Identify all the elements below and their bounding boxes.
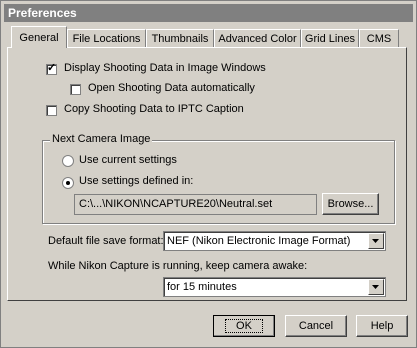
open-shooting-data-auto-checkbox[interactable] (70, 84, 81, 95)
copy-to-iptc-checkbox[interactable] (46, 105, 57, 116)
tab-file-locations[interactable]: File Locations (67, 29, 146, 47)
display-shooting-data-checkbox[interactable]: ✓ (46, 62, 57, 75)
settings-path-field[interactable]: C:\...\NIKON\NCAPTURE20\Neutral.set (74, 194, 317, 215)
copy-to-iptc-label: Copy Shooting Data to IPTC Caption (64, 103, 244, 115)
cancel-button[interactable]: Cancel (285, 315, 347, 337)
tab-cms[interactable]: CMS (359, 29, 399, 47)
window-title: Preferences (4, 4, 413, 22)
open-shooting-data-auto-label: Open Shooting Data automatically (88, 82, 255, 94)
browse-button[interactable]: Browse... (322, 193, 379, 215)
next-camera-image-title: Next Camera Image (50, 133, 153, 145)
tab-grid-lines[interactable]: Grid Lines (301, 29, 359, 47)
help-button[interactable]: Help (356, 315, 408, 337)
default-format-label: Default file save format: (48, 235, 164, 247)
chevron-down-icon[interactable] (368, 279, 384, 295)
chevron-down-icon[interactable] (368, 233, 384, 249)
use-settings-defined-radio[interactable] (62, 177, 74, 189)
tab-general[interactable]: General (11, 26, 67, 48)
checkmark-icon: ✓ (47, 62, 57, 74)
default-format-select[interactable]: NEF (Nikon Electronic Image Format) (163, 231, 386, 251)
ok-button[interactable]: OK (213, 315, 275, 337)
display-shooting-data-label: Display Shooting Data in Image Windows (64, 62, 266, 74)
keep-awake-select[interactable]: for 15 minutes (163, 277, 386, 297)
tab-strip: General File Locations Thumbnails Advanc… (7, 26, 407, 48)
tab-advanced-color[interactable]: Advanced Color (214, 29, 301, 47)
ok-button-label: OK (225, 319, 263, 333)
use-current-settings-label: Use current settings (79, 154, 177, 166)
preferences-dialog: Preferences General File Locations Thumb… (0, 0, 417, 348)
keep-awake-label: While Nikon Capture is running, keep cam… (48, 260, 308, 272)
default-format-value: NEF (Nikon Electronic Image Format) (167, 235, 351, 247)
tab-thumbnails[interactable]: Thumbnails (146, 29, 214, 47)
radio-dot-icon (66, 181, 70, 185)
use-settings-defined-label: Use settings defined in: (79, 175, 194, 187)
use-current-settings-radio[interactable] (62, 155, 74, 167)
keep-awake-value: for 15 minutes (167, 281, 237, 293)
